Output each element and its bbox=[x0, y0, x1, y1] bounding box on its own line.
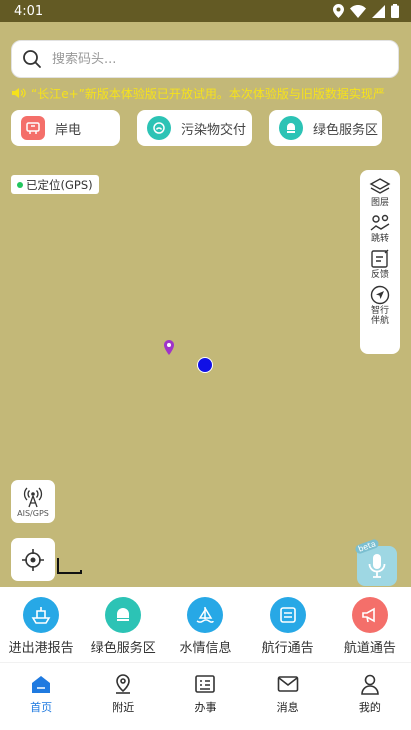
feedback-icon bbox=[371, 249, 389, 268]
map-jump-icon bbox=[370, 214, 390, 231]
wifi-icon bbox=[350, 4, 366, 18]
shore-power-button[interactable]: 岸电 bbox=[11, 110, 120, 146]
message-icon bbox=[277, 676, 298, 692]
status-icons bbox=[333, 4, 399, 18]
navigation-notice-entry[interactable]: 航行通告 bbox=[247, 597, 329, 656]
gps-dot-icon bbox=[17, 181, 23, 188]
map-scale-bar bbox=[57, 558, 82, 574]
nav-nearby-label: 附近 bbox=[112, 701, 135, 714]
green-service-area-entry-label: 绿色服务区 bbox=[90, 641, 156, 656]
feedback-button[interactable]: 反馈 bbox=[360, 248, 400, 280]
port-report-icon bbox=[23, 597, 60, 633]
status-bar: 4:01 bbox=[0, 0, 411, 22]
pollutant-icon bbox=[147, 116, 171, 140]
green-service-icon bbox=[105, 597, 142, 633]
shore-power-icon bbox=[21, 116, 45, 140]
search-input[interactable] bbox=[52, 51, 372, 67]
nav-profile[interactable]: 我的 bbox=[340, 673, 400, 715]
nav-affairs[interactable]: 办事 bbox=[175, 673, 235, 715]
notice-icon bbox=[269, 597, 306, 633]
layers-button[interactable]: 图层 bbox=[360, 176, 400, 208]
ais-gps-button[interactable]: AIS/GPS bbox=[11, 480, 55, 523]
navigation-notice-label: 航行通告 bbox=[261, 641, 314, 656]
jump-button[interactable]: 跳转 bbox=[360, 212, 400, 244]
nav-affairs-label: 办事 bbox=[194, 701, 217, 714]
battery-icon bbox=[391, 4, 399, 18]
channel-notice-label: 航道通告 bbox=[343, 641, 396, 656]
pollutant-delivery-button[interactable]: 污染物交付 bbox=[137, 110, 252, 146]
antenna-icon bbox=[23, 487, 43, 507]
smart-navigation-button[interactable]: 智行伴航 bbox=[360, 284, 400, 326]
poi-marker[interactable] bbox=[164, 340, 174, 359]
nav-home-label: 首页 bbox=[30, 701, 53, 714]
green-service-area-button[interactable]: 绿色服务区 bbox=[269, 110, 382, 146]
ais-gps-label: AIS/GPS bbox=[17, 508, 49, 518]
water-info-label: 水情信息 bbox=[179, 641, 232, 656]
location-status-badge: 已定位(GPS) bbox=[11, 175, 99, 194]
service-grid: 进出港报告 绿色服务区 水情信息 航行通告 航道通告 bbox=[0, 587, 411, 662]
pollutant-delivery-label: 污染物交付 bbox=[181, 122, 247, 138]
profile-icon bbox=[361, 674, 379, 695]
search-icon bbox=[23, 50, 41, 68]
speaker-icon bbox=[12, 88, 26, 98]
channel-notice-entry[interactable]: 航道通告 bbox=[329, 597, 411, 656]
notice-text: “长江e+”新版本体验版已开放试用。本次体验版与旧版数据实现严 bbox=[31, 86, 385, 101]
notice-marquee[interactable]: “长江e+”新版本体验版已开放试用。本次体验版与旧版数据实现严 bbox=[12, 84, 404, 102]
pin-icon bbox=[164, 340, 174, 355]
nav-nearby[interactable]: 附近 bbox=[93, 673, 153, 715]
microphone-icon bbox=[368, 554, 386, 578]
smart-navigation-label: 智行伴航 bbox=[370, 306, 389, 326]
water-info-icon bbox=[187, 597, 224, 633]
feedback-label: 反馈 bbox=[370, 270, 389, 280]
status-time: 4:01 bbox=[14, 3, 44, 19]
green-service-icon bbox=[279, 116, 303, 140]
map-tools-panel: 图层 跳转 反馈 智行伴航 bbox=[360, 170, 400, 354]
search-bar[interactable] bbox=[11, 40, 399, 78]
shore-power-label: 岸电 bbox=[55, 122, 82, 138]
nav-messages-label: 消息 bbox=[276, 701, 299, 714]
green-service-area-entry[interactable]: 绿色服务区 bbox=[82, 597, 164, 656]
port-report-entry[interactable]: 进出港报告 bbox=[0, 597, 82, 656]
map-view[interactable] bbox=[0, 22, 411, 587]
layers-label: 图层 bbox=[370, 198, 389, 208]
nav-profile-label: 我的 bbox=[358, 701, 381, 714]
nearby-icon bbox=[116, 674, 131, 694]
bottom-nav: 首页 附近 办事 消息 我的 bbox=[0, 662, 411, 730]
home-icon bbox=[32, 676, 51, 693]
affairs-icon bbox=[195, 675, 216, 693]
crosshair-icon bbox=[22, 548, 44, 571]
signal-icon bbox=[372, 4, 385, 18]
nav-messages[interactable]: 消息 bbox=[258, 673, 318, 715]
layers-icon bbox=[369, 178, 391, 194]
locate-me-button[interactable] bbox=[11, 538, 55, 581]
water-info-entry[interactable]: 水情信息 bbox=[164, 597, 246, 656]
location-status-label: 已定位(GPS) bbox=[26, 177, 93, 192]
channel-notice-icon bbox=[351, 597, 388, 633]
location-status-icon bbox=[333, 4, 344, 18]
green-service-area-label: 绿色服务区 bbox=[313, 122, 379, 138]
current-location-marker bbox=[197, 357, 213, 373]
navigation-icon bbox=[370, 285, 390, 305]
jump-label: 跳转 bbox=[370, 234, 389, 244]
nav-home[interactable]: 首页 bbox=[11, 673, 71, 715]
voice-assistant-button[interactable]: beta bbox=[354, 538, 397, 586]
port-report-label: 进出港报告 bbox=[8, 641, 74, 656]
